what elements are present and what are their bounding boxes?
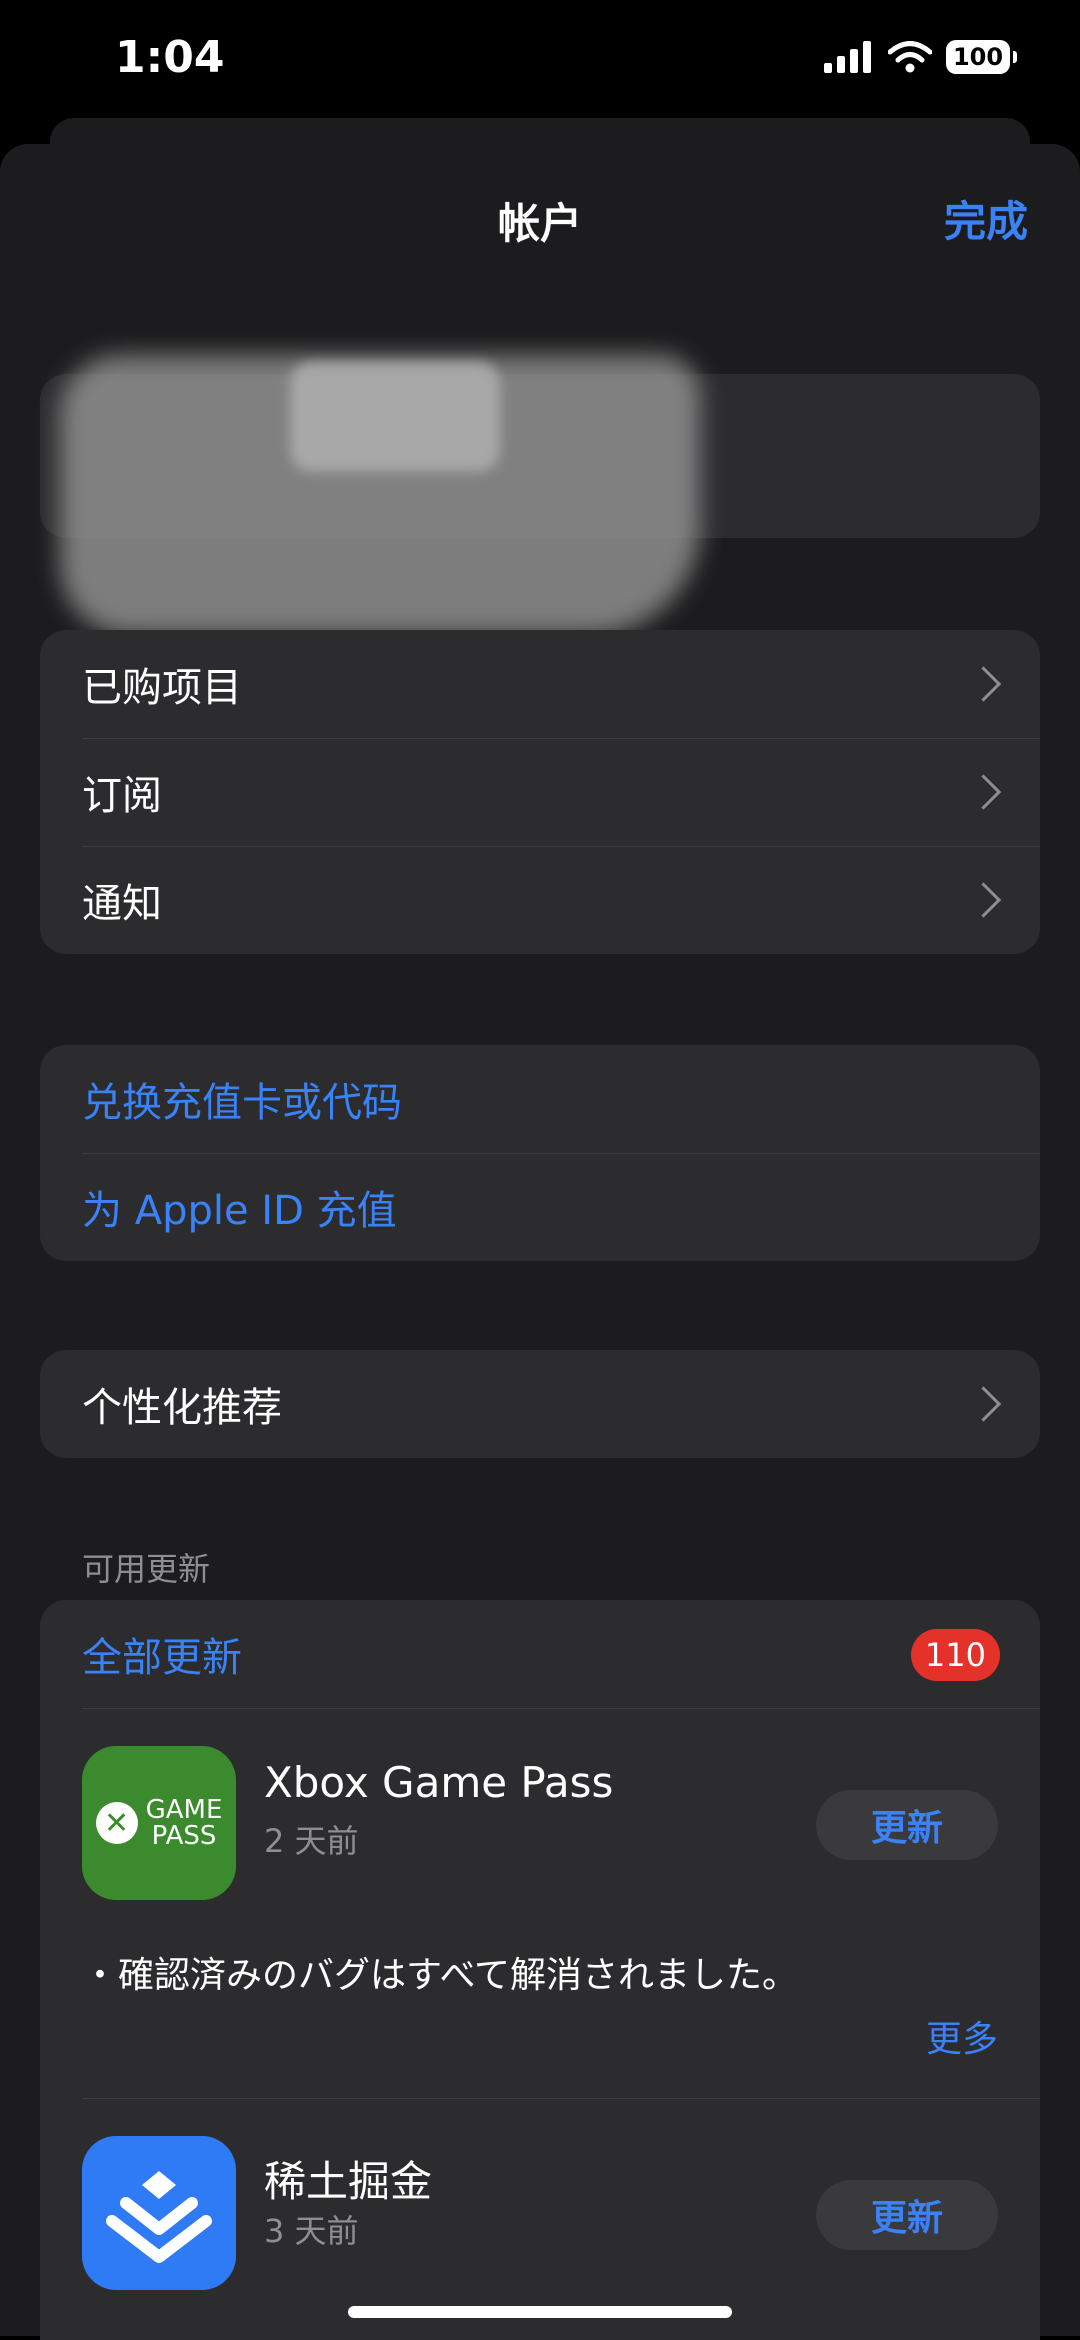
- status-icons: 100: [824, 40, 1017, 74]
- done-button[interactable]: 完成: [944, 188, 1028, 249]
- update-button[interactable]: 更新: [816, 1790, 998, 1860]
- chevron-right-icon: [965, 666, 1002, 702]
- wifi-icon: [888, 41, 932, 73]
- app-update-row[interactable]: 稀土掘金 3 天前 更新: [40, 2098, 1040, 2338]
- personalization-menu: 个性化推荐: [40, 1350, 1040, 1458]
- juejin-app-icon: [82, 2136, 236, 2290]
- xbox-logo-icon: ✕: [95, 1802, 138, 1844]
- app-update-row[interactable]: ✕ GAME PASS Xbox Game Pass 2 天前 更新: [40, 1708, 1040, 1900]
- purchased-row[interactable]: 已购项目: [40, 630, 1040, 738]
- app-name: Xbox Game Pass: [264, 1758, 614, 1807]
- app-update-age: 2 天前: [264, 1822, 359, 1860]
- app-update-age: 3 天前: [264, 2212, 359, 2250]
- update-button[interactable]: 更新: [816, 2180, 998, 2250]
- subscriptions-row[interactable]: 订阅: [40, 738, 1040, 846]
- home-indicator[interactable]: [348, 2306, 732, 2318]
- redacted-profile-overlay: [290, 362, 500, 472]
- page-title: 帐户: [497, 199, 582, 248]
- notifications-row[interactable]: 通知: [40, 846, 1040, 954]
- personalized-recommendations-row[interactable]: 个性化推荐: [40, 1350, 1040, 1458]
- add-funds-link[interactable]: 为 Apple ID 充值: [40, 1153, 1040, 1261]
- updates-list: 全部更新 110 ✕ GAME PASS Xbox Game Pass 2 天前…: [40, 1600, 1040, 2340]
- app-name: 稀土掘金: [264, 2157, 433, 2206]
- status-time: 1:04: [115, 32, 225, 83]
- juejin-logo-icon: [106, 2171, 212, 2263]
- release-notes-text: ・確認済みのバグはすべて解消されました。: [82, 1955, 799, 1996]
- status-bar: 1:04 100: [0, 0, 1080, 120]
- chevron-right-icon: [965, 774, 1002, 810]
- row-label: 全部更新: [82, 1635, 242, 1681]
- row-label: 为 Apple ID 充值: [82, 1188, 397, 1234]
- funds-menu: 兑换充值卡或代码 为 Apple ID 充值: [40, 1045, 1040, 1261]
- updates-section-label: 可用更新: [82, 1550, 211, 1588]
- row-label: 个性化推荐: [82, 1385, 282, 1431]
- update-count-badge: 110: [910, 1629, 1000, 1681]
- release-notes: ・確認済みのバグはすべて解消されました。 更多: [40, 1898, 1040, 2098]
- row-label: 通知: [82, 881, 162, 927]
- chevron-right-icon: [965, 882, 1002, 918]
- icon-text: GAME: [145, 1795, 223, 1825]
- row-label: 订阅: [82, 773, 162, 819]
- account-menu: 已购项目 订阅 通知: [40, 630, 1040, 954]
- row-label: 兑换充值卡或代码: [82, 1080, 402, 1126]
- more-link[interactable]: 更多: [926, 2010, 998, 2062]
- icon-text: PASS: [151, 1821, 217, 1851]
- cellular-signal-icon: [824, 41, 871, 73]
- xbox-game-pass-app-icon: ✕ GAME PASS: [82, 1746, 236, 1900]
- update-all-button[interactable]: 全部更新 110: [40, 1600, 1040, 1708]
- chevron-right-icon: [965, 1386, 1002, 1422]
- battery-icon: 100: [946, 40, 1017, 74]
- row-label: 已购项目: [82, 665, 242, 711]
- redeem-gift-card-link[interactable]: 兑换充值卡或代码: [40, 1045, 1040, 1153]
